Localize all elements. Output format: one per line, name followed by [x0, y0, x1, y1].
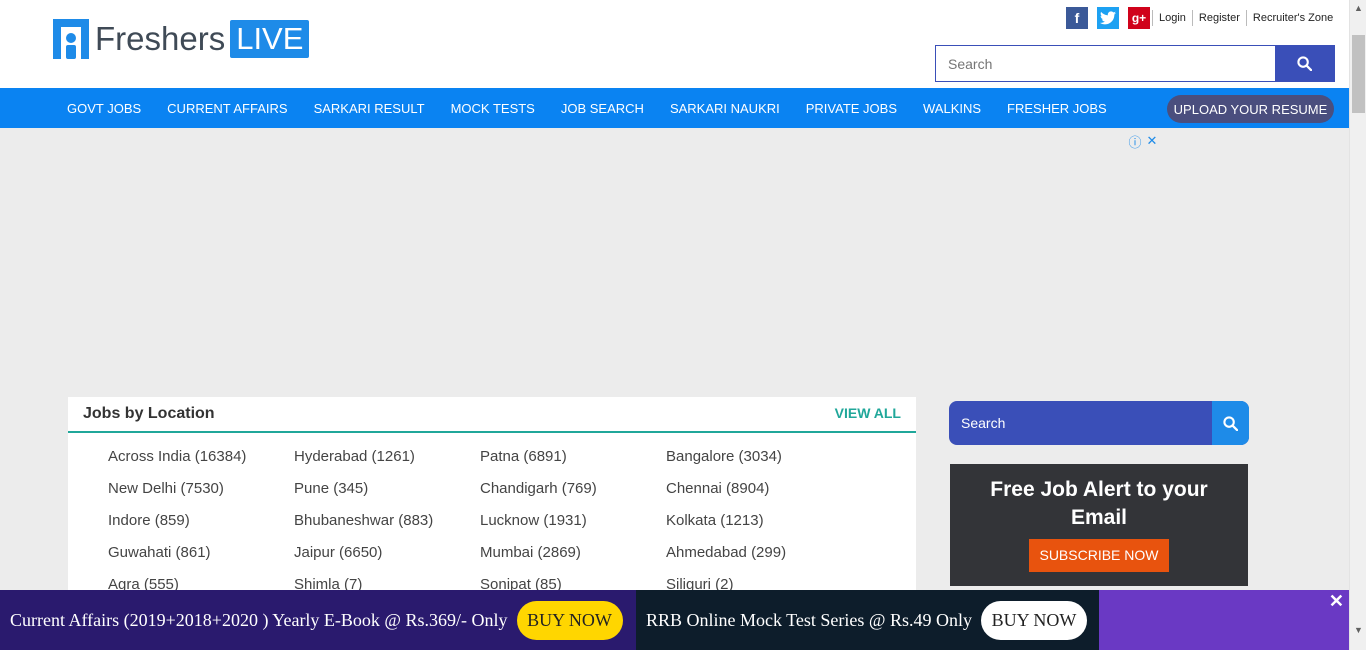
scroll-up-icon[interactable]: ▲ — [1354, 3, 1363, 13]
sidebar-search-button[interactable] — [1212, 401, 1249, 445]
recruiters-zone-link[interactable]: Recruiter's Zone — [1245, 10, 1339, 26]
header-search-button[interactable] — [1275, 46, 1334, 81]
promo-ebook: Current Affairs (2019+2018+2020 ) Yearly… — [0, 590, 636, 650]
location-link[interactable]: Chennai (8904) — [666, 480, 852, 498]
location-link[interactable]: Jaipur (6650) — [294, 544, 480, 562]
facebook-icon[interactable]: f — [1066, 7, 1088, 29]
promo-banner-end: ✕ — [1099, 590, 1349, 650]
nav-job-search[interactable]: JOB SEARCH — [548, 101, 657, 116]
search-icon — [1297, 56, 1312, 71]
header-search — [935, 45, 1335, 82]
close-icon[interactable]: ✕ — [1329, 591, 1344, 612]
page: Freshers LIVE f g+ Login Register Recrui… — [0, 0, 1366, 650]
sidebar-search — [949, 401, 1249, 445]
location-link[interactable]: Mumbai (2869) — [480, 544, 666, 562]
location-grid: Across India (16384) Hyderabad (1261) Pa… — [108, 448, 852, 594]
nav-mock-tests[interactable]: MOCK TESTS — [438, 101, 548, 116]
nav-items: GOVT JOBS CURRENT AFFAIRS SARKARI RESULT… — [54, 88, 1120, 128]
job-alert-title: Free Job Alert to your Email — [990, 478, 1208, 529]
login-link[interactable]: Login — [1152, 10, 1192, 26]
twitter-bird-icon — [1100, 11, 1116, 25]
buy-mock-test-button[interactable]: BUY NOW — [981, 600, 1087, 640]
ad-info-icon[interactable]: ⓘ — [1128, 134, 1142, 150]
buy-ebook-button[interactable]: BUY NOW — [516, 600, 623, 640]
nav-govt-jobs[interactable]: GOVT JOBS — [54, 101, 154, 116]
scroll-down-icon[interactable]: ▼ — [1354, 625, 1363, 635]
social-links: f g+ — [1066, 7, 1150, 29]
location-link[interactable]: Ahmedabad (299) — [666, 544, 852, 562]
location-link[interactable]: Chandigarh (769) — [480, 480, 666, 498]
site-logo[interactable]: Freshers LIVE — [53, 19, 310, 59]
view-all-link[interactable]: VIEW ALL — [835, 405, 901, 421]
location-link[interactable]: Patna (6891) — [480, 448, 666, 466]
jobs-card-header: Jobs by Location VIEW ALL — [68, 397, 916, 433]
nav-sarkari-naukri[interactable]: SARKARI NAUKRI — [657, 101, 793, 116]
logo-mark-icon — [53, 19, 89, 59]
logo-word: Freshers — [95, 20, 226, 57]
top-links: Login Register Recruiter's Zone — [1152, 10, 1339, 26]
job-alert-box: Free Job Alert to your Email SUBSCRIBE N… — [950, 464, 1248, 586]
location-link[interactable]: Indore (859) — [108, 512, 294, 530]
location-link[interactable]: Hyderabad (1261) — [294, 448, 480, 466]
location-link[interactable]: Kolkata (1213) — [666, 512, 852, 530]
page-scrollbar[interactable]: ▲ ▼ — [1349, 0, 1366, 650]
main-navbar: GOVT JOBS CURRENT AFFAIRS SARKARI RESULT… — [0, 88, 1349, 128]
nav-sarkari-result[interactable]: SARKARI RESULT — [301, 101, 438, 116]
site-header: Freshers LIVE f g+ Login Register Recrui… — [0, 0, 1349, 88]
header-search-input[interactable] — [936, 46, 1275, 81]
nav-walkins[interactable]: WALKINS — [910, 101, 994, 116]
nav-current-affairs[interactable]: CURRENT AFFAIRS — [154, 101, 300, 116]
ad-controls: ⓘ ✕ — [1128, 133, 1159, 150]
subscribe-button[interactable]: SUBSCRIBE NOW — [1029, 539, 1169, 572]
google-plus-icon[interactable]: g+ — [1128, 7, 1150, 29]
location-link[interactable]: Across India (16384) — [108, 448, 294, 466]
ad-close-icon[interactable]: ✕ — [1145, 133, 1159, 148]
logo-badge: LIVE — [230, 20, 310, 58]
location-link[interactable]: Lucknow (1931) — [480, 512, 666, 530]
search-icon — [1223, 415, 1238, 431]
jobs-by-location-card: Jobs by Location VIEW ALL Across India (… — [68, 397, 916, 597]
scroll-thumb[interactable] — [1352, 35, 1365, 113]
promo-ebook-text: Current Affairs (2019+2018+2020 ) Yearly… — [10, 609, 508, 630]
location-link[interactable]: Bhubaneshwar (883) — [294, 512, 480, 530]
promo-mock-test-text: RRB Online Mock Test Series @ Rs.49 Only — [646, 609, 972, 630]
promo-mock-test: RRB Online Mock Test Series @ Rs.49 Only… — [636, 590, 1099, 650]
nav-fresher-jobs[interactable]: FRESHER JOBS — [994, 101, 1120, 116]
location-link[interactable]: Pune (345) — [294, 480, 480, 498]
promo-banner: Current Affairs (2019+2018+2020 ) Yearly… — [0, 590, 1349, 650]
location-link[interactable]: Guwahati (861) — [108, 544, 294, 562]
upload-resume-button[interactable]: UPLOAD YOUR RESUME — [1167, 95, 1334, 123]
twitter-icon[interactable] — [1097, 7, 1119, 29]
jobs-card-title: Jobs by Location — [83, 405, 215, 422]
register-link[interactable]: Register — [1191, 10, 1246, 26]
location-link[interactable]: Bangalore (3034) — [666, 448, 852, 466]
sidebar-search-input[interactable] — [949, 401, 1212, 445]
location-link[interactable]: New Delhi (7530) — [108, 480, 294, 498]
nav-private-jobs[interactable]: PRIVATE JOBS — [793, 101, 910, 116]
